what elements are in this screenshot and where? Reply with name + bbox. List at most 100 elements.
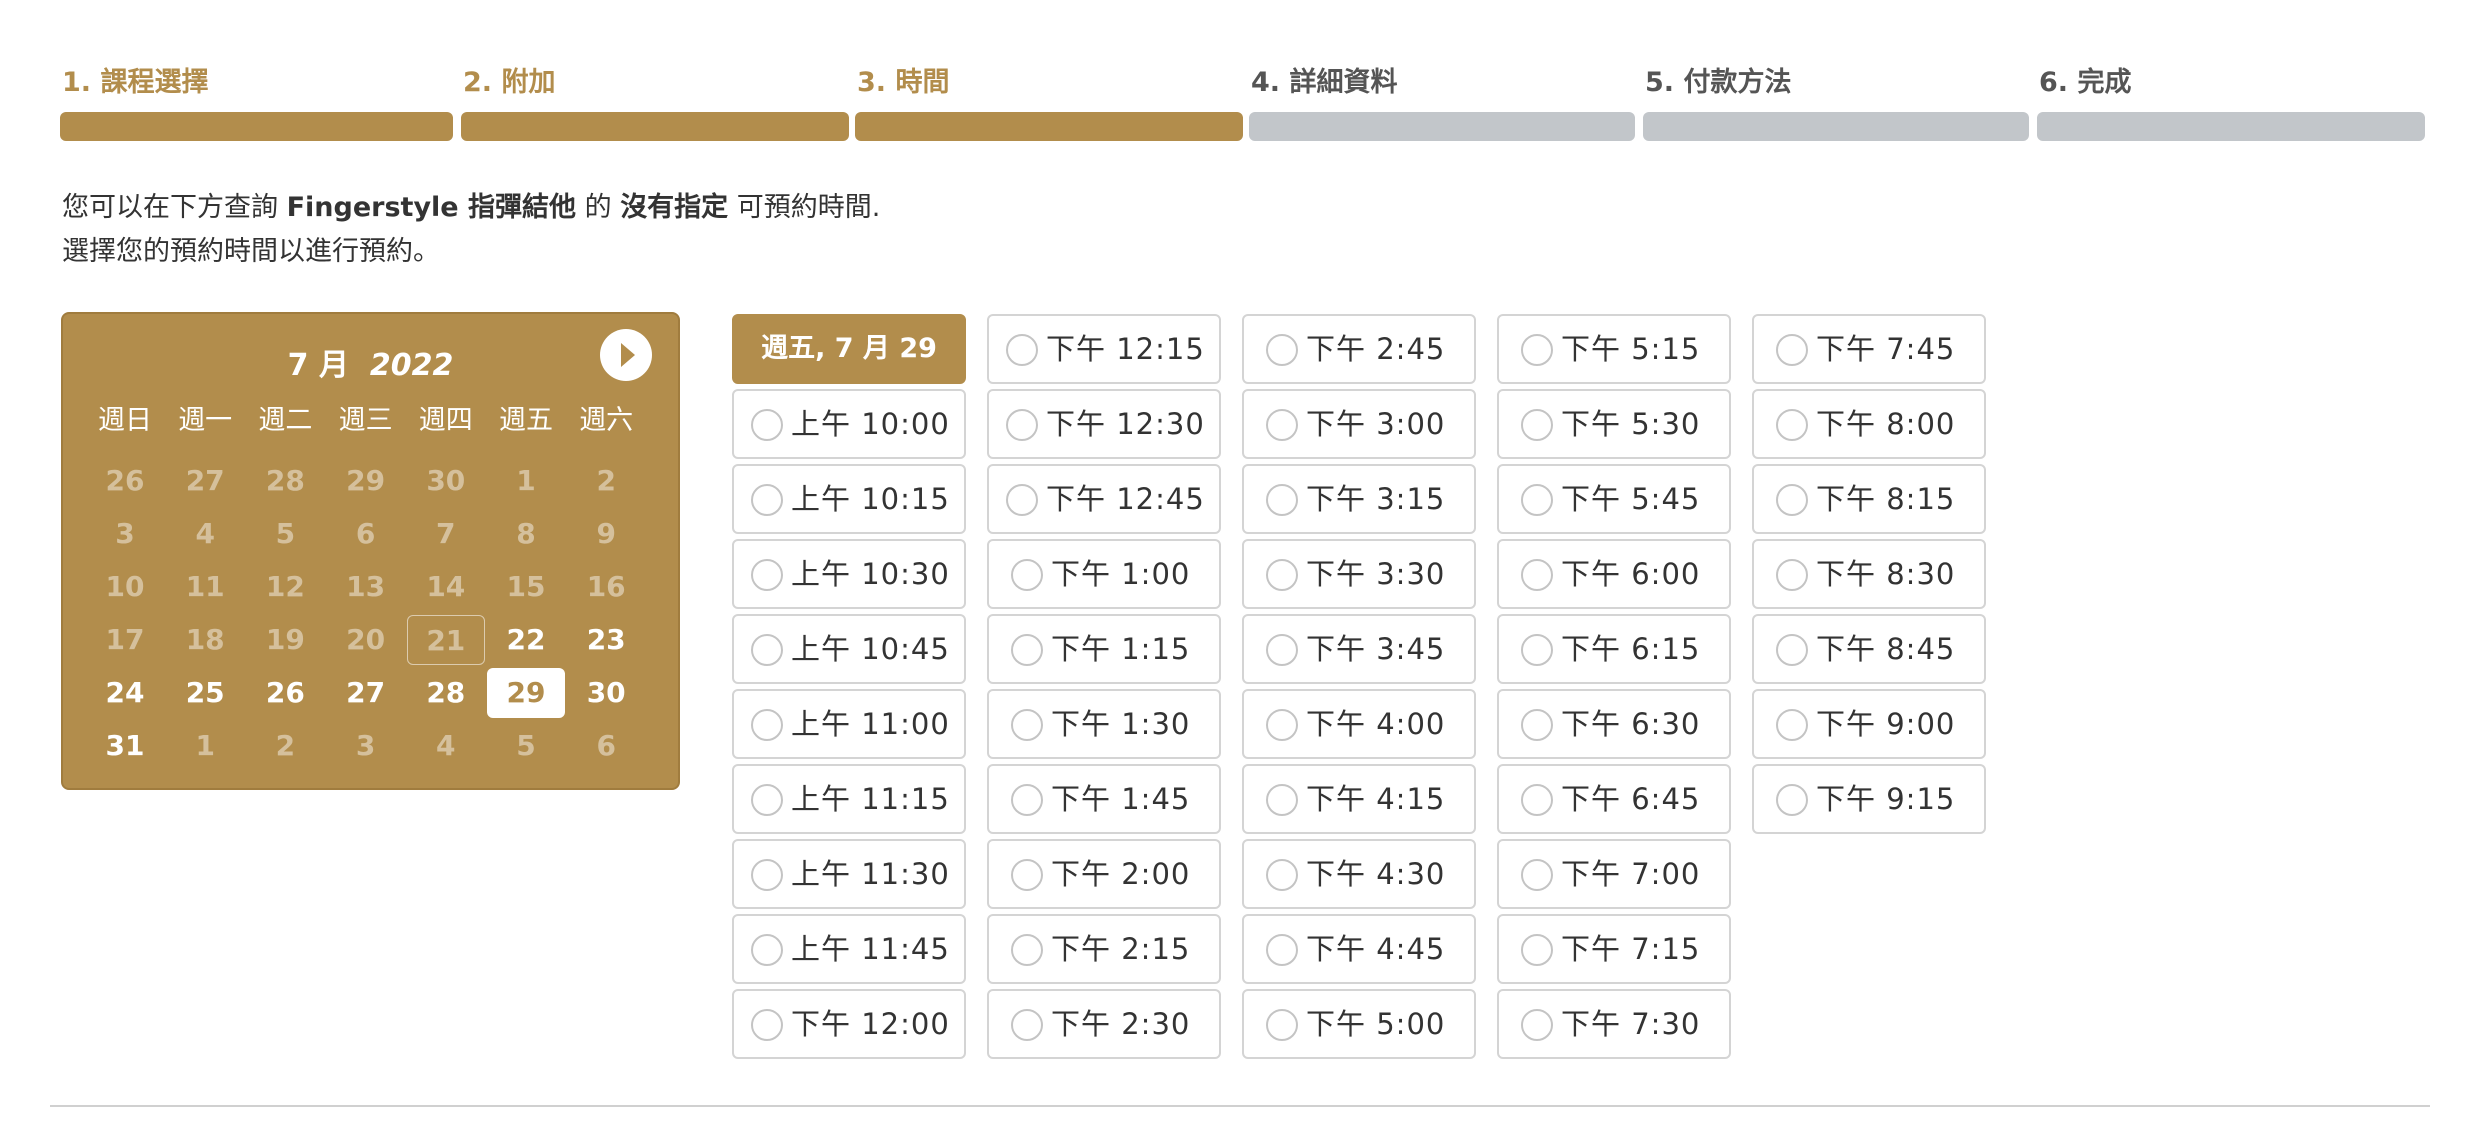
time-slot[interactable]: 下午 8:45 bbox=[1752, 614, 1986, 684]
calendar-day[interactable]: 24 bbox=[86, 668, 164, 718]
radio-button-icon[interactable] bbox=[751, 859, 783, 891]
time-slot[interactable]: 下午 2:00 bbox=[987, 839, 1221, 909]
time-slot[interactable]: 下午 8:00 bbox=[1752, 389, 1986, 459]
time-slot[interactable]: 下午 3:45 bbox=[1242, 614, 1476, 684]
time-slot[interactable]: 下午 1:45 bbox=[987, 764, 1221, 834]
radio-button-icon[interactable] bbox=[1776, 334, 1808, 366]
calendar-day-selected[interactable]: 29 bbox=[487, 668, 565, 718]
radio-button-icon[interactable] bbox=[1266, 859, 1298, 891]
time-slot[interactable]: 上午 10:00 bbox=[732, 389, 966, 459]
radio-button-icon[interactable] bbox=[1011, 559, 1043, 591]
time-slot[interactable]: 上午 10:30 bbox=[732, 539, 966, 609]
radio-button-icon[interactable] bbox=[1011, 859, 1043, 891]
time-slot[interactable]: 下午 8:30 bbox=[1752, 539, 1986, 609]
radio-button-icon[interactable] bbox=[1521, 334, 1553, 366]
time-slot[interactable]: 下午 5:15 bbox=[1497, 314, 1731, 384]
radio-button-icon[interactable] bbox=[1011, 784, 1043, 816]
radio-button-icon[interactable] bbox=[1776, 484, 1808, 516]
time-slot[interactable]: 下午 4:15 bbox=[1242, 764, 1476, 834]
radio-button-icon[interactable] bbox=[1776, 634, 1808, 666]
time-slot[interactable]: 下午 3:15 bbox=[1242, 464, 1476, 534]
radio-button-icon[interactable] bbox=[1266, 409, 1298, 441]
radio-button-icon[interactable] bbox=[1006, 484, 1038, 516]
radio-button-icon[interactable] bbox=[751, 784, 783, 816]
time-slot[interactable]: 下午 6:00 bbox=[1497, 539, 1731, 609]
radio-button-icon[interactable] bbox=[1006, 409, 1038, 441]
time-slot[interactable]: 下午 7:45 bbox=[1752, 314, 1986, 384]
radio-button-icon[interactable] bbox=[751, 409, 783, 441]
time-slot[interactable]: 上午 11:30 bbox=[732, 839, 966, 909]
radio-button-icon[interactable] bbox=[1521, 784, 1553, 816]
radio-button-icon[interactable] bbox=[751, 934, 783, 966]
time-slot[interactable]: 下午 1:15 bbox=[987, 614, 1221, 684]
time-slot[interactable]: 下午 7:00 bbox=[1497, 839, 1731, 909]
radio-button-icon[interactable] bbox=[1266, 559, 1298, 591]
radio-button-icon[interactable] bbox=[1776, 784, 1808, 816]
radio-button-icon[interactable] bbox=[1266, 484, 1298, 516]
time-slot[interactable]: 上午 11:00 bbox=[732, 689, 966, 759]
time-slot[interactable]: 下午 4:00 bbox=[1242, 689, 1476, 759]
time-slot[interactable]: 上午 11:15 bbox=[732, 764, 966, 834]
next-month-button[interactable] bbox=[600, 329, 652, 381]
time-slot[interactable]: 下午 4:30 bbox=[1242, 839, 1476, 909]
time-slot[interactable]: 下午 6:15 bbox=[1497, 614, 1731, 684]
time-slot[interactable]: 下午 12:00 bbox=[732, 989, 966, 1059]
radio-button-icon[interactable] bbox=[1776, 409, 1808, 441]
time-slot[interactable]: 下午 2:45 bbox=[1242, 314, 1476, 384]
radio-button-icon[interactable] bbox=[751, 634, 783, 666]
calendar-day[interactable]: 26 bbox=[246, 668, 324, 718]
radio-button-icon[interactable] bbox=[751, 559, 783, 591]
radio-button-icon[interactable] bbox=[1011, 634, 1043, 666]
radio-button-icon[interactable] bbox=[1266, 934, 1298, 966]
time-slot[interactable]: 下午 4:45 bbox=[1242, 914, 1476, 984]
radio-button-icon[interactable] bbox=[1521, 709, 1553, 741]
time-slot[interactable]: 下午 5:30 bbox=[1497, 389, 1731, 459]
radio-button-icon[interactable] bbox=[1521, 934, 1553, 966]
radio-button-icon[interactable] bbox=[1521, 634, 1553, 666]
radio-button-icon[interactable] bbox=[1011, 934, 1043, 966]
radio-button-icon[interactable] bbox=[1266, 709, 1298, 741]
radio-button-icon[interactable] bbox=[751, 709, 783, 741]
radio-button-icon[interactable] bbox=[751, 484, 783, 516]
time-slot[interactable]: 下午 6:30 bbox=[1497, 689, 1731, 759]
time-slot[interactable]: 下午 9:00 bbox=[1752, 689, 1986, 759]
calendar-day[interactable]: 27 bbox=[327, 668, 405, 718]
time-slot[interactable]: 上午 10:45 bbox=[732, 614, 966, 684]
calendar-day[interactable]: 22 bbox=[487, 615, 565, 665]
time-slot[interactable]: 下午 3:30 bbox=[1242, 539, 1476, 609]
calendar-day[interactable]: 28 bbox=[407, 668, 485, 718]
time-slot[interactable]: 下午 12:15 bbox=[987, 314, 1221, 384]
time-slot[interactable]: 下午 5:45 bbox=[1497, 464, 1731, 534]
radio-button-icon[interactable] bbox=[1521, 409, 1553, 441]
radio-button-icon[interactable] bbox=[1266, 334, 1298, 366]
radio-button-icon[interactable] bbox=[1266, 1009, 1298, 1041]
radio-button-icon[interactable] bbox=[1521, 1009, 1553, 1041]
radio-button-icon[interactable] bbox=[1776, 559, 1808, 591]
radio-button-icon[interactable] bbox=[1011, 709, 1043, 741]
calendar-day[interactable]: 31 bbox=[86, 721, 164, 771]
calendar-day[interactable]: 30 bbox=[567, 668, 645, 718]
radio-button-icon[interactable] bbox=[1006, 334, 1038, 366]
time-slot[interactable]: 下午 1:30 bbox=[987, 689, 1221, 759]
time-slot[interactable]: 下午 6:45 bbox=[1497, 764, 1731, 834]
time-slot[interactable]: 下午 12:45 bbox=[987, 464, 1221, 534]
time-slot[interactable]: 上午 10:15 bbox=[732, 464, 966, 534]
time-slot[interactable]: 下午 12:30 bbox=[987, 389, 1221, 459]
radio-button-icon[interactable] bbox=[1521, 559, 1553, 591]
time-slot[interactable]: 下午 7:30 bbox=[1497, 989, 1731, 1059]
radio-button-icon[interactable] bbox=[1011, 1009, 1043, 1041]
time-slot[interactable]: 下午 2:30 bbox=[987, 989, 1221, 1059]
time-slot[interactable]: 下午 2:15 bbox=[987, 914, 1221, 984]
time-slot[interactable]: 下午 7:15 bbox=[1497, 914, 1731, 984]
time-slot[interactable]: 下午 1:00 bbox=[987, 539, 1221, 609]
radio-button-icon[interactable] bbox=[1521, 484, 1553, 516]
calendar-day[interactable]: 23 bbox=[567, 615, 645, 665]
calendar-day[interactable]: 25 bbox=[166, 668, 244, 718]
time-slot[interactable]: 下午 3:00 bbox=[1242, 389, 1476, 459]
radio-button-icon[interactable] bbox=[1266, 634, 1298, 666]
time-slot[interactable]: 下午 5:00 bbox=[1242, 989, 1476, 1059]
radio-button-icon[interactable] bbox=[1266, 784, 1298, 816]
radio-button-icon[interactable] bbox=[1521, 859, 1553, 891]
time-slot[interactable]: 下午 9:15 bbox=[1752, 764, 1986, 834]
time-slot[interactable]: 下午 8:15 bbox=[1752, 464, 1986, 534]
